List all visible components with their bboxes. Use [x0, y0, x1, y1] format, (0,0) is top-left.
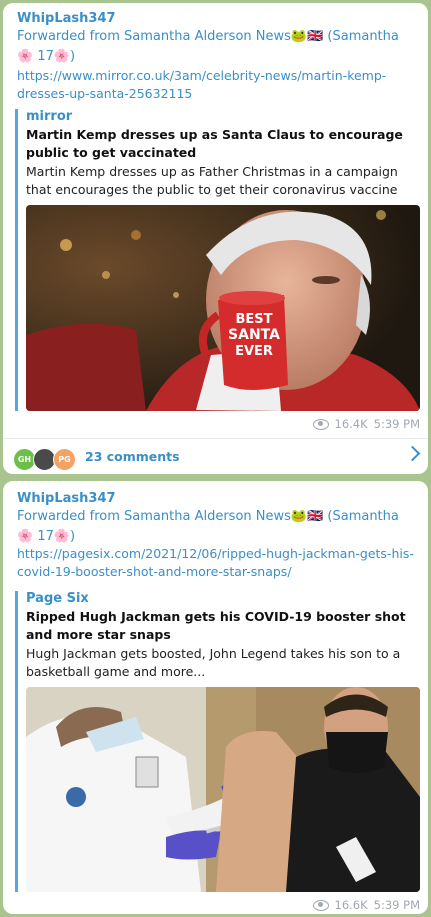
booster-shot-photo: [26, 687, 420, 892]
preview-description: Hugh Jackman gets boosted, John Legend t…: [26, 646, 401, 679]
message-bubble: WhipLash347 Forwarded from Samantha Alde…: [3, 481, 428, 914]
eye-icon: [312, 418, 329, 430]
preview-image[interactable]: [26, 687, 420, 892]
forwarded-from-link[interactable]: Forwarded from Samantha Alderson News🐸🇬🇧…: [17, 507, 417, 547]
message-time: 5:39 PM: [373, 898, 420, 912]
avatar: PG: [53, 448, 76, 471]
message-meta: 16.4K 5:39 PM: [312, 417, 420, 431]
link-preview[interactable]: mirror Martin Kemp dresses up as Santa C…: [15, 109, 420, 411]
comments-label: 23 comments: [85, 449, 180, 464]
preview-title: Ripped Hugh Jackman gets his COVID-19 bo…: [26, 609, 406, 642]
link-preview[interactable]: Page Six Ripped Hugh Jackman gets his CO…: [15, 591, 420, 892]
author-name[interactable]: WhipLash347: [17, 11, 116, 26]
preview-title: Martin Kemp dresses up as Santa Claus to…: [26, 127, 403, 160]
preview-image[interactable]: BEST SANTA EVER: [26, 205, 420, 411]
message-link[interactable]: https://www.mirror.co.uk/3am/celebrity-n…: [17, 67, 417, 103]
eye-icon: [312, 899, 329, 911]
chevron-right-icon: [404, 445, 421, 462]
forwarded-from-link[interactable]: Forwarded from Samantha Alderson News🐸🇬🇧…: [17, 27, 417, 67]
mug-text-line-1: BEST: [235, 312, 272, 327]
comments-button[interactable]: GH PG 23 comments: [3, 438, 428, 475]
preview-description: Martin Kemp dresses up as Father Christm…: [26, 164, 398, 197]
mug-text-line-2: SANTA: [228, 327, 280, 343]
message-bubble: WhipLash347 Forwarded from Samantha Alde…: [3, 3, 428, 474]
santa-mug-photo: BEST SANTA EVER: [26, 205, 420, 411]
message-time: 5:39 PM: [373, 417, 420, 431]
preview-site-name: Page Six: [26, 591, 89, 606]
message-link[interactable]: https://pagesix.com/2021/12/06/ripped-hu…: [17, 545, 417, 581]
avatar-initials: GH: [17, 455, 32, 464]
view-count: 16.6K: [334, 898, 368, 912]
avatar-initials: PG: [58, 455, 71, 464]
message-meta: 16.6K 5:39 PM: [312, 898, 420, 912]
author-name[interactable]: WhipLash347: [17, 491, 116, 506]
preview-site-name: mirror: [26, 109, 73, 124]
view-count: 16.4K: [334, 417, 368, 431]
mug-text-line-3: EVER: [235, 344, 273, 359]
